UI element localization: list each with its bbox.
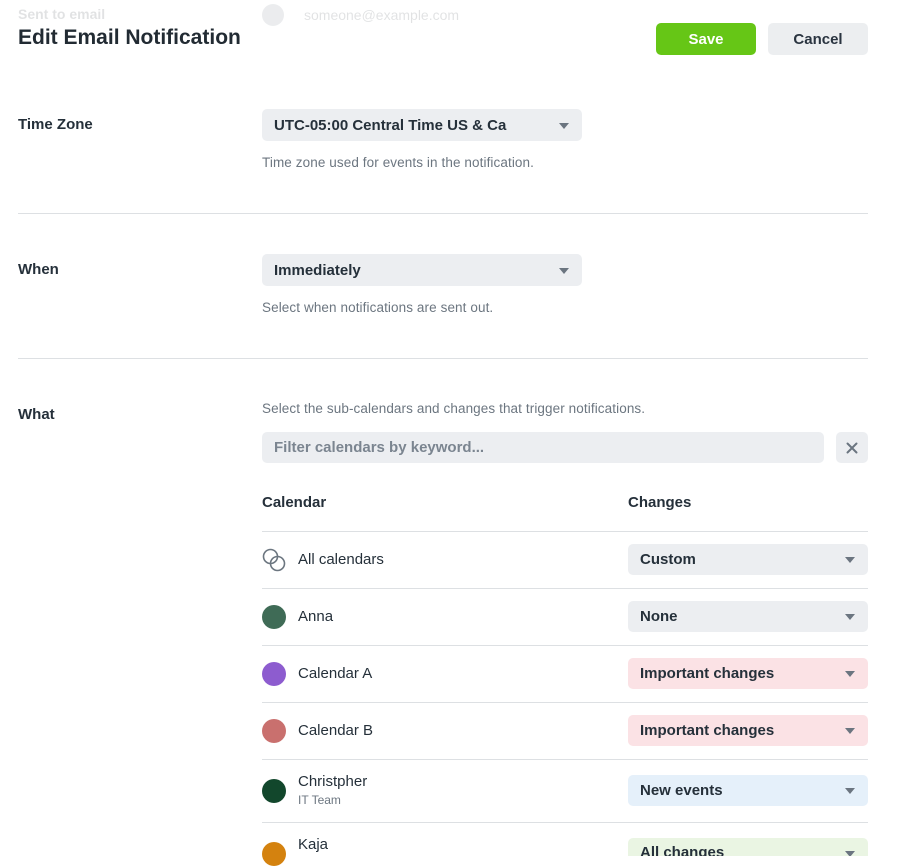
when-label: When — [18, 261, 59, 278]
section-divider — [18, 213, 868, 214]
row-divider — [262, 645, 868, 646]
calendar-filter-input[interactable] — [262, 432, 824, 463]
calendar-name: Anna — [298, 608, 334, 625]
when-select[interactable]: Immediately — [262, 254, 582, 286]
ghost-value: someone@example.com — [304, 7, 460, 23]
changes-select-anna[interactable]: None — [628, 601, 868, 632]
what-label: What — [18, 406, 55, 423]
page-title: Edit Email Notification — [18, 26, 241, 49]
changes-value: All changes — [640, 844, 725, 856]
caret-down-icon — [845, 788, 855, 794]
calendar-name: Calendar B — [298, 722, 374, 739]
caret-down-icon — [845, 851, 855, 856]
section-divider — [18, 358, 868, 359]
column-header-changes: Changes — [628, 494, 692, 511]
calendar-name: Calendar A — [298, 665, 373, 682]
close-icon — [846, 442, 858, 453]
ghost-label: Sent to email — [18, 6, 106, 22]
when-help: Select when notifications are sent out. — [262, 300, 494, 315]
changes-value: New events — [640, 782, 723, 799]
faded-header-row: Sent to email someone@example.com — [18, 2, 618, 28]
changes-select-calendar-a[interactable]: Important changes — [628, 658, 868, 689]
all-calendars-icon — [262, 548, 286, 572]
caret-down-icon — [559, 268, 569, 274]
timezone-select[interactable]: UTC-05:00 Central Time US & Ca — [262, 109, 582, 141]
changes-select-all-calendars[interactable]: Custom — [628, 544, 868, 575]
save-button[interactable]: Save — [656, 23, 756, 55]
row-divider — [262, 759, 868, 760]
calendar-name: Kaja — [298, 836, 329, 853]
calendar-owner: IT Team — [298, 793, 341, 807]
row-divider — [262, 702, 868, 703]
changes-value: Important changes — [640, 722, 775, 739]
changes-value: Important changes — [640, 665, 775, 682]
caret-down-icon — [845, 728, 855, 734]
column-header-calendar: Calendar — [262, 494, 327, 511]
ghost-avatar-icon — [262, 4, 284, 26]
changes-value: Custom — [640, 551, 696, 568]
calendar-name: All calendars — [298, 551, 384, 568]
calendar-color-dot — [262, 662, 286, 686]
changes-select-kaja[interactable]: All changes — [628, 838, 868, 856]
row-divider — [262, 588, 868, 589]
caret-down-icon — [845, 614, 855, 620]
changes-select-calendar-b[interactable]: Important changes — [628, 715, 868, 746]
caret-down-icon — [845, 671, 855, 677]
calendar-name: Christpher — [298, 773, 368, 790]
row-divider — [262, 531, 868, 532]
calendar-color-dot — [262, 842, 286, 866]
when-value: Immediately — [274, 261, 361, 279]
timezone-value: UTC-05:00 Central Time US & Ca — [274, 116, 507, 134]
caret-down-icon — [559, 123, 569, 129]
calendar-color-dot — [262, 779, 286, 803]
changes-value: None — [640, 608, 678, 625]
caret-down-icon — [845, 557, 855, 563]
timezone-label: Time Zone — [18, 116, 93, 133]
clear-filter-button[interactable] — [836, 432, 868, 463]
what-help: Select the sub-calendars and changes tha… — [262, 401, 646, 416]
timezone-help: Time zone used for events in the notific… — [262, 155, 534, 170]
cancel-button[interactable]: Cancel — [768, 23, 868, 55]
calendar-color-dot — [262, 605, 286, 629]
calendar-color-dot — [262, 719, 286, 743]
changes-select-christpher[interactable]: New events — [628, 775, 868, 806]
row-divider — [262, 822, 868, 823]
